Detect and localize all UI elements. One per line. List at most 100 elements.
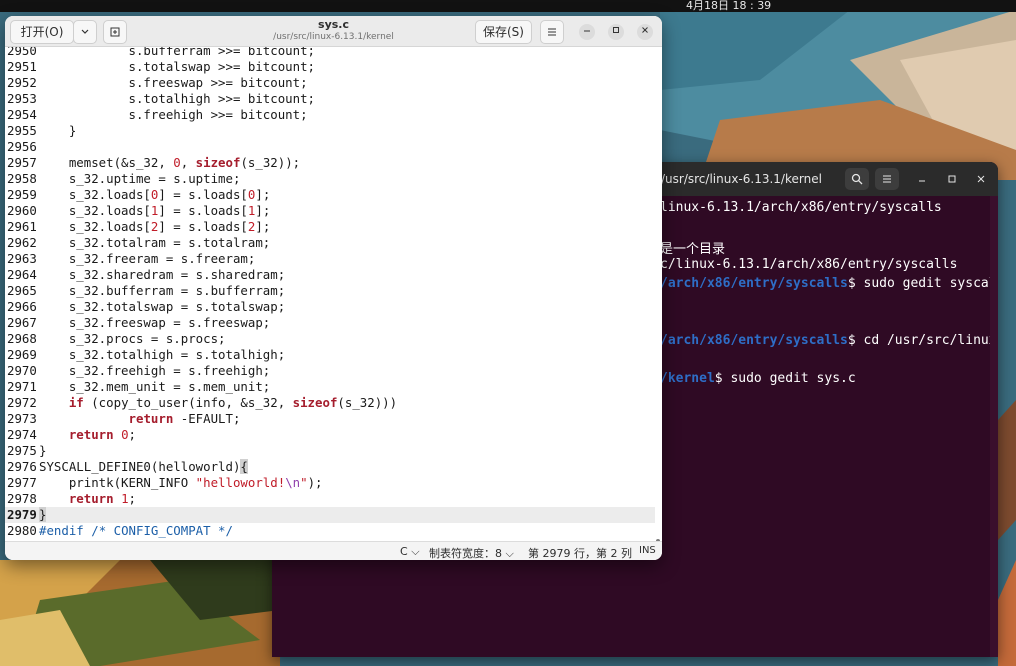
line-number: 2952 <box>7 75 37 90</box>
minimize-button[interactable] <box>579 24 595 40</box>
code-line[interactable]: 2967 s_32.freeswap = s.freeswap; <box>5 315 655 331</box>
hamburger-icon <box>548 28 556 36</box>
line-number: 2967 <box>7 315 37 330</box>
hamburger-icon <box>883 175 891 183</box>
language-label: C <box>400 545 408 558</box>
code-line[interactable]: 2951 s.totalswap >>= bitcount; <box>5 59 655 75</box>
gedit-headerbar: 打开(O) sys.c /usr/src/linux-6.13.1/kernel… <box>5 16 662 47</box>
maximize-icon <box>948 175 956 183</box>
line-number: 2962 <box>7 235 37 250</box>
terminal-text: $ sudo gedit syscall_ <box>847 276 998 291</box>
code-line[interactable]: 2968 s_32.procs = s.procs; <box>5 331 655 347</box>
line-code: return -EFAULT; <box>128 411 241 426</box>
save-button[interactable]: 保存(S) <box>475 20 532 44</box>
prompt-path: /arch/x86/entry/syscalls <box>660 333 848 348</box>
clock[interactable]: 4月18日 18 : 39 <box>686 0 771 13</box>
line-code: s.totalswap >>= bitcount; <box>39 59 316 74</box>
line-number: 2950 <box>7 47 37 58</box>
code-editor[interactable]: 2980 #endif /* CONFIG_COMPAT */2979} 2978 … <box>5 47 662 541</box>
code-line[interactable]: 2957 memset(&s_32, 0, sizeof(s_32)); <box>5 155 655 171</box>
code-line[interactable]: 2980 #endif /* CONFIG_COMPAT */ <box>5 523 655 539</box>
line-number: 2957 <box>7 155 37 170</box>
line-number: 2972 <box>7 395 37 410</box>
code-line[interactable]: 2970 s_32.freehigh = s.freehigh; <box>5 363 655 379</box>
code-line[interactable]: 2958 s_32.uptime = s.uptime; <box>5 171 655 187</box>
code-line[interactable]: 2961 s_32.loads[2] = s.loads[2]; <box>5 219 655 235</box>
line-code: s_32.bufferram = s.bufferram; <box>39 283 286 298</box>
terminal-text: 是一个目录 <box>660 242 726 257</box>
line-number: 2958 <box>7 171 37 186</box>
code-line[interactable]: 2956 <box>5 139 655 155</box>
code-line[interactable]: 2978 return 1; <box>5 491 655 507</box>
chevron-down-icon: ⌵ <box>411 545 420 558</box>
language-selector[interactable]: C ⌵ <box>400 545 420 559</box>
line-code: s_32.totalram = s.totalram; <box>39 235 271 250</box>
line-number: 2965 <box>7 283 37 298</box>
line-code: s.totalhigh >>= bitcount; <box>39 91 316 106</box>
close-button[interactable] <box>637 24 653 40</box>
tab-width-selector[interactable]: 制表符宽度：8 ⌵ <box>429 545 514 560</box>
code-line[interactable]: 2953 s.totalhigh >>= bitcount; <box>5 91 655 107</box>
code-line[interactable]: 2960 s_32.loads[1] = s.loads[1]; <box>5 203 655 219</box>
terminal-scrollbar[interactable] <box>990 196 998 657</box>
code-line[interactable]: 2979} <box>5 507 655 523</box>
line-code: s_32.freeswap = s.freeswap; <box>39 315 271 330</box>
terminal-close-button[interactable] <box>969 168 993 190</box>
search-icon <box>851 173 863 185</box>
code-line[interactable]: 2969 s_32.totalhigh = s.totalhigh; <box>5 347 655 363</box>
line-number: 2971 <box>7 379 37 394</box>
line-code: } <box>39 443 47 458</box>
line-number: 2960 <box>7 203 37 218</box>
line-code: memset(&s_32, 0, sizeof(s_32)); <box>39 155 301 170</box>
terminal-text: $ cd /usr/src/linux-6 <box>847 333 998 348</box>
line-code: s_32.loads[2] = s.loads[2]; <box>39 219 271 234</box>
code-line[interactable]: 2965 s_32.bufferram = s.bufferram; <box>5 283 655 299</box>
terminal-minimize-button[interactable] <box>910 168 934 190</box>
code-line[interactable]: 2973 return -EFAULT; <box>5 411 655 427</box>
code-line[interactable]: 2966 s_32.totalswap = s.totalswap; <box>5 299 655 315</box>
code-line[interactable]: 2963 s_32.freeram = s.freeram; <box>5 251 655 267</box>
code-line[interactable]: 2964 s_32.sharedram = s.sharedram; <box>5 267 655 283</box>
code-line[interactable]: 2971 s_32.mem_unit = s.mem_unit; <box>5 379 655 395</box>
terminal-title: /usr/src/linux-6.13.1/kernel <box>661 172 822 186</box>
line-code: s.bufferram >>= bitcount; <box>39 47 316 58</box>
line-number: 2975 <box>7 443 37 458</box>
minimize-icon <box>919 180 925 182</box>
code-line[interactable]: 2955 } <box>5 123 655 139</box>
line-code: printk(KERN_INFO "helloworld!\n"); <box>39 475 323 490</box>
line-number: 2964 <box>7 267 37 282</box>
line-code: s.freeswap >>= bitcount; <box>39 75 308 90</box>
cursor-position[interactable]: 第 2979 行，第 2 列 <box>528 545 632 560</box>
line-number: 2969 <box>7 347 37 362</box>
tab-width-label: 制表符宽度：8 <box>429 547 502 560</box>
terminal-menu-button[interactable] <box>875 168 899 190</box>
line-number: 2959 <box>7 187 37 202</box>
main-menu-button[interactable] <box>540 20 564 44</box>
line-code: s_32.procs = s.procs; <box>39 331 226 346</box>
code-line[interactable]: 2975} <box>5 443 655 459</box>
line-number: 2954 <box>7 107 37 122</box>
line-code: } <box>39 507 47 522</box>
code-line[interactable]: 2954 s.freehigh >>= bitcount; <box>5 107 655 123</box>
gedit-window[interactable]: 打开(O) sys.c /usr/src/linux-6.13.1/kernel… <box>5 16 662 560</box>
code-line[interactable]: 2972 if (copy_to_user(info, &s_32, sizeo… <box>5 395 655 411</box>
code-line[interactable]: 2974 return 0; <box>5 427 655 443</box>
line-code: s_32.loads[0] = s.loads[0]; <box>39 187 271 202</box>
line-number: 2953 <box>7 91 37 106</box>
code-line[interactable]: 2976 SYSCALL_DEFINE0(helloworld){ <box>5 459 655 475</box>
code-line[interactable]: 2959 s_32.loads[0] = s.loads[0]; <box>5 187 655 203</box>
top-bar: 4月18日 18 : 39 <box>0 0 1016 12</box>
line-code: return 0; <box>68 427 137 442</box>
code-line[interactable]: 2950 s.bufferram >>= bitcount; <box>5 47 655 59</box>
code-line[interactable]: 2977 printk(KERN_INFO "helloworld!\n"); <box>5 475 655 491</box>
line-code: #endif /* CONFIG_COMPAT */ <box>39 523 233 538</box>
insert-mode: INS <box>639 545 656 556</box>
close-icon <box>977 175 985 183</box>
terminal-maximize-button[interactable] <box>940 168 964 190</box>
line-code: if (copy_to_user(info, &s_32, sizeof(s_3… <box>68 395 398 410</box>
code-line[interactable]: 2962 s_32.totalram = s.totalram; <box>5 235 655 251</box>
line-code: s_32.freehigh = s.freehigh; <box>39 363 271 378</box>
terminal-search-button[interactable] <box>845 168 869 190</box>
code-line[interactable]: 2952 s.freeswap >>= bitcount; <box>5 75 655 91</box>
maximize-button[interactable] <box>608 24 624 40</box>
